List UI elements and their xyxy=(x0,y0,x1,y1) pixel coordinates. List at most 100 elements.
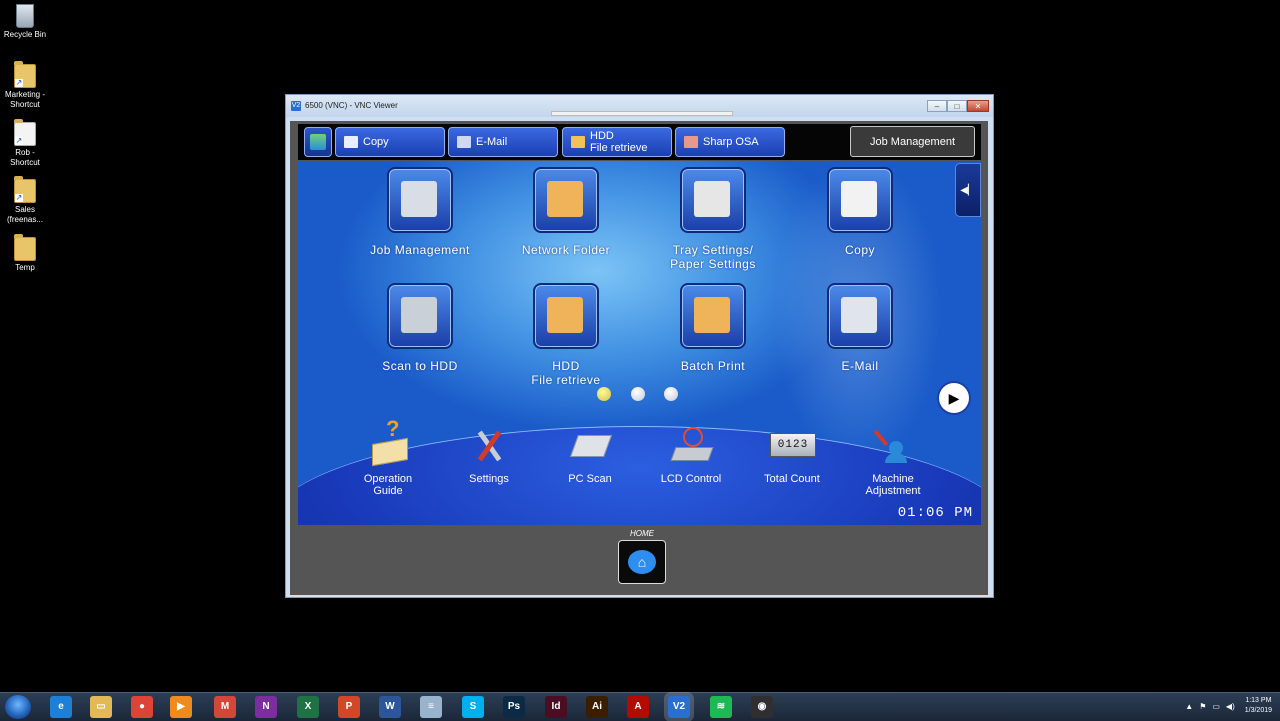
file-shortcut-icon xyxy=(14,119,36,146)
desktop-icon-marketing[interactable]: Marketing - Shortcut xyxy=(2,61,48,110)
taskbar-media-player-icon[interactable]: ▶ xyxy=(170,696,192,718)
lcd-control-icon xyxy=(669,427,714,465)
start-button[interactable] xyxy=(5,695,31,719)
button-label-line1: LCD Control xyxy=(660,473,722,485)
copy-tile[interactable]: Copy xyxy=(800,167,920,257)
page-dot-3[interactable] xyxy=(664,387,678,401)
tile-label: Batch Print xyxy=(680,359,746,373)
taskbar-onenote-icon[interactable]: N xyxy=(255,696,277,718)
tab-copy[interactable]: Copy xyxy=(335,127,445,157)
home-button[interactable]: ⌂ xyxy=(618,540,666,584)
tile-label: Job Management xyxy=(370,243,470,257)
play-arrow-icon: ▶ xyxy=(948,390,960,406)
machine-adjustment-button[interactable]: Machine Adjustment xyxy=(845,427,941,497)
hdd-file-retrieve-tile[interactable]: HDD File retrieve xyxy=(506,283,626,387)
tile-label-line2: Paper Settings xyxy=(670,257,756,271)
taskbar-indesign-icon[interactable]: Id xyxy=(545,696,567,718)
taskbar-powerpoint-icon[interactable]: P xyxy=(338,696,360,718)
email-tile[interactable]: E-Mail xyxy=(800,283,920,373)
tab-home-switch[interactable] xyxy=(304,127,332,157)
tab-sharp-osa[interactable]: Sharp OSA xyxy=(675,127,785,157)
close-button[interactable]: ✕ xyxy=(967,100,989,112)
network-folder-tile[interactable]: Network Folder xyxy=(506,167,626,257)
desktop-icon-temp[interactable]: Temp xyxy=(2,234,48,273)
total-count-button[interactable]: 0123 Total Count xyxy=(744,427,840,485)
desktop-icon-label: Sales (freenas... xyxy=(6,205,43,224)
taskbar-skype-icon[interactable]: S xyxy=(462,696,484,718)
job-management-icon xyxy=(401,181,437,217)
tab-email[interactable]: E-Mail xyxy=(448,127,558,157)
job-management-tile[interactable]: Job Management xyxy=(360,167,480,257)
tray-volume-icon[interactable]: ◀) xyxy=(1226,702,1235,711)
taskbar-ie-icon[interactable]: e xyxy=(50,696,72,718)
hdd-folder-icon xyxy=(571,136,585,148)
tab-label: Sharp OSA xyxy=(703,136,759,148)
page-dot-1[interactable] xyxy=(597,387,611,401)
desktop-icon-label: Marketing - Shortcut xyxy=(4,90,45,109)
taskbar-vnc-viewer-icon[interactable]: V2 xyxy=(668,696,690,718)
sharp-osa-icon xyxy=(684,136,698,148)
pc-scan-icon xyxy=(568,427,613,465)
page-dot-2[interactable] xyxy=(631,387,645,401)
vnc-toolbar-handle[interactable] xyxy=(551,111,733,116)
tray-chevron-icon[interactable]: ▲ xyxy=(1185,702,1193,711)
next-page-button[interactable]: ▶ xyxy=(939,383,969,413)
batch-print-tile[interactable]: Batch Print xyxy=(653,283,773,373)
button-label-line1: Machine xyxy=(872,473,914,485)
email-icon xyxy=(457,136,471,148)
button-label-line2: Adjustment xyxy=(865,485,921,497)
clock-display: 01:06 PM xyxy=(897,505,973,521)
tray-clock[interactable]: 1:13 PM 1/3/2019 xyxy=(1245,696,1272,716)
maximize-button[interactable]: □ xyxy=(947,100,967,112)
desktop-icon-recycle-bin[interactable]: Recycle Bin xyxy=(2,4,48,40)
taskbar-word-icon[interactable]: W xyxy=(379,696,401,718)
window-titlebar[interactable]: V2 6500 (VNC) - VNC Viewer – □ ✕ xyxy=(286,95,993,117)
tray-time: 1:13 PM xyxy=(1245,697,1272,704)
taskbar-illustrator-icon[interactable]: Ai xyxy=(586,696,608,718)
taskbar-file-explorer-icon[interactable]: ▭ xyxy=(90,696,112,718)
desktop-icon-rob[interactable]: Rob - Shortcut xyxy=(2,119,48,168)
side-panel-toggle[interactable]: ◀▏ xyxy=(955,163,981,217)
scan-to-hdd-tile[interactable]: Scan to HDD xyxy=(360,283,480,373)
tray-network-icon[interactable]: ▭ xyxy=(1212,702,1220,711)
button-label-line2: Guide xyxy=(373,485,403,497)
tray-settings-tile[interactable]: Tray Settings/ Paper Settings xyxy=(653,167,773,271)
desktop-icon-label: Temp xyxy=(15,263,35,272)
minimize-button[interactable]: – xyxy=(927,100,947,112)
tile-label: Network Folder xyxy=(521,243,611,257)
taskbar-obs-icon[interactable]: ◉ xyxy=(751,696,773,718)
machine-adjustment-icon xyxy=(871,427,915,465)
mode-tab-bar: Copy E-Mail HDD File retrieve Sharp OSA … xyxy=(298,124,981,160)
tile-label: Scan to HDD xyxy=(382,359,458,373)
hdd-file-retrieve-icon xyxy=(547,297,583,333)
tab-label-line2: File retrieve xyxy=(590,142,648,154)
tray-flag-icon[interactable]: ⚑ xyxy=(1199,702,1206,711)
tray-settings-icon xyxy=(694,181,730,217)
tile-label: E-Mail xyxy=(841,359,879,373)
copy-icon xyxy=(344,136,358,148)
taskbar-gmail-icon[interactable]: M xyxy=(214,696,236,718)
taskbar-notepad-icon[interactable]: ≡ xyxy=(420,696,442,718)
desktop-icon-sales[interactable]: Sales (freenas... xyxy=(2,176,48,225)
tab-hdd-file-retrieve[interactable]: HDD File retrieve xyxy=(562,127,672,157)
home-label: HOME xyxy=(630,529,654,538)
pc-scan-button[interactable]: PC Scan xyxy=(542,427,638,485)
taskbar-excel-icon[interactable]: X xyxy=(297,696,319,718)
button-label-line1: PC Scan xyxy=(568,473,612,485)
switch-mode-icon xyxy=(310,134,326,150)
taskbar-chrome-icon[interactable]: ● xyxy=(131,696,153,718)
button-label-line1: Operation xyxy=(363,473,413,485)
operation-guide-button[interactable]: ? Operation Guide xyxy=(340,418,436,498)
scan-to-hdd-icon xyxy=(401,297,437,333)
settings-button[interactable]: Settings xyxy=(441,427,537,485)
tile-label: Copy xyxy=(844,243,875,257)
taskbar-acrobat-icon[interactable]: A xyxy=(627,696,649,718)
lcd-control-button[interactable]: LCD Control xyxy=(643,427,739,485)
tray-date: 1/3/2019 xyxy=(1244,707,1272,714)
folder-shortcut-icon xyxy=(14,176,36,203)
copy-icon xyxy=(841,181,877,217)
taskbar-photoshop-icon[interactable]: Ps xyxy=(503,696,525,718)
taskbar-spotify-icon[interactable]: ≋ xyxy=(710,696,732,718)
job-management-button[interactable]: Job Management xyxy=(850,126,975,157)
collapse-arrow-icon: ◀▏ xyxy=(960,184,976,196)
